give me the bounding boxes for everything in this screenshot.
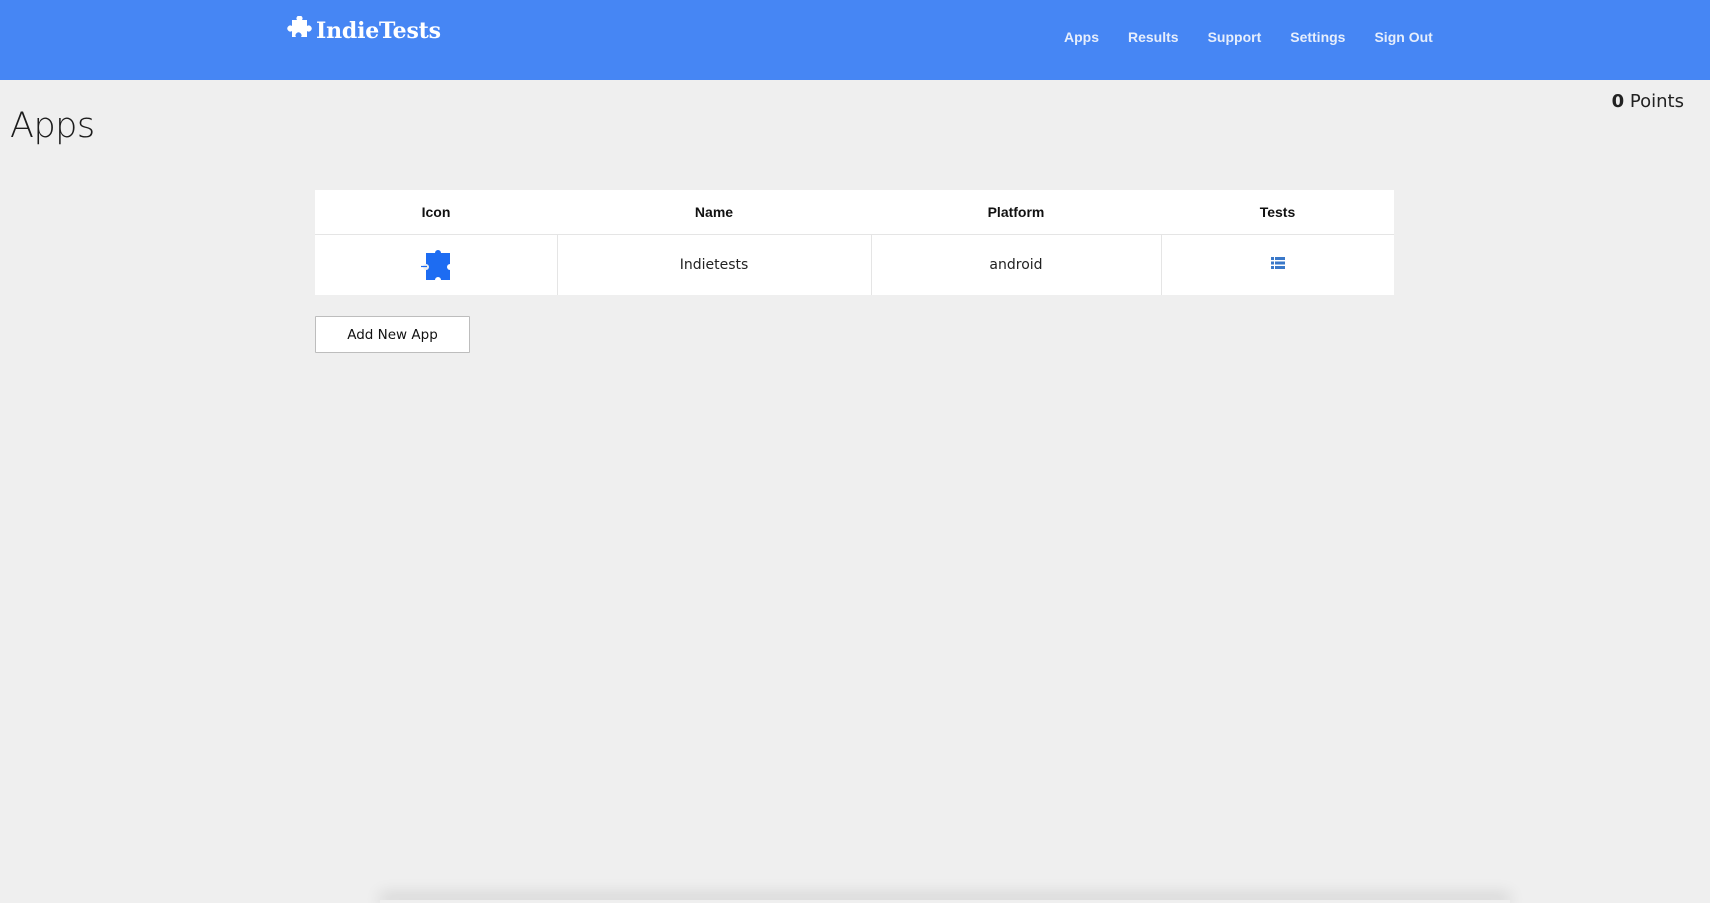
nav-apps[interactable]: Apps [1064,26,1099,48]
column-header-platform: Platform [871,190,1161,235]
window-edge [1710,0,1714,903]
add-new-app-button[interactable]: Add New App [315,316,470,353]
table-row: Indietests android [315,234,1394,295]
puzzle-logo-icon [287,16,312,37]
points-counter: 0 Points [1612,91,1684,112]
points-value: 0 [1611,91,1625,112]
points-label: Points [1629,91,1684,112]
nav-settings[interactable]: Settings [1290,26,1345,48]
nav-sign-out[interactable]: Sign Out [1374,26,1432,48]
puzzle-piece-icon[interactable] [418,247,454,283]
page-title: Apps [10,106,95,146]
app-tests-cell [1161,234,1394,295]
nav-results[interactable]: Results [1128,26,1179,48]
column-header-name: Name [557,190,871,235]
page-root: IndieTests Apps Results Support Settings… [0,0,1710,903]
brand-logo[interactable]: IndieTests [284,14,441,48]
app-platform-cell: android [871,234,1162,295]
list-icon[interactable] [1270,256,1285,273]
nav-support[interactable]: Support [1208,26,1262,48]
table-header-row: Icon Name Platform Tests [315,190,1394,235]
brand-name: IndieTests [316,18,441,44]
column-header-tests: Tests [1161,190,1394,235]
main-nav: Apps Results Support Settings Sign Out [1064,26,1433,48]
column-header-icon: Icon [315,190,557,235]
apps-table: Icon Name Platform Tests Indietests andr… [315,190,1394,295]
top-navbar: IndieTests Apps Results Support Settings… [0,0,1710,80]
app-icon-cell [315,234,558,295]
app-name-cell: Indietests [557,234,872,295]
